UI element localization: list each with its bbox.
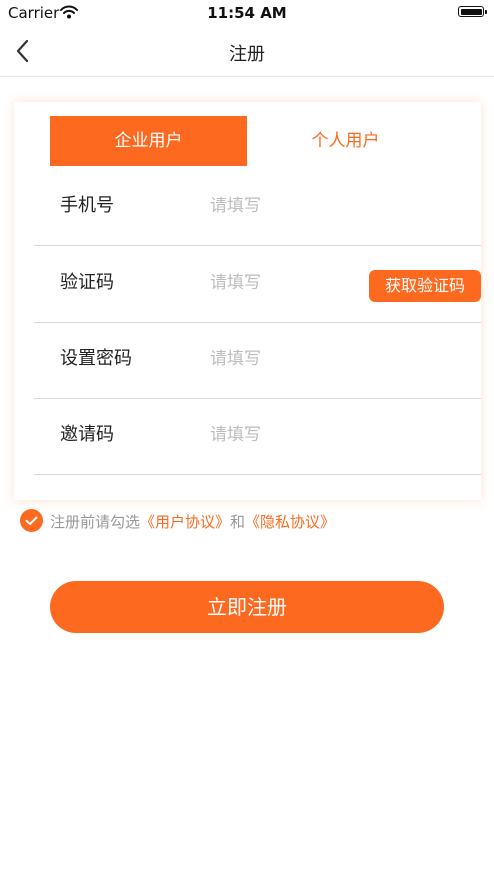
- tab-personal-user[interactable]: 个人用户: [247, 116, 444, 166]
- register-button[interactable]: 立即注册: [50, 581, 444, 633]
- tab-enterprise-user[interactable]: 企业用户: [50, 116, 247, 166]
- phone-label: 手机号: [60, 195, 114, 216]
- code-input[interactable]: [210, 268, 370, 298]
- invite-code-label: 邀请码: [60, 424, 114, 445]
- register-form-card: 企业用户 个人用户 手机号 验证码 获取验证码 设置密码 邀请码: [14, 102, 481, 500]
- password-label: 设置密码: [60, 348, 132, 369]
- agreement-and: 和: [230, 513, 246, 531]
- page-title: 注册: [229, 44, 265, 65]
- code-row: 验证码 获取验证码: [34, 246, 481, 323]
- phone-row: 手机号: [34, 169, 481, 246]
- invite-code-row: 邀请码: [34, 398, 481, 475]
- code-label: 验证码: [60, 272, 114, 293]
- agreement-prefix: 注册前请勾选: [50, 513, 141, 531]
- invite-code-input[interactable]: [210, 420, 370, 450]
- password-input[interactable]: [210, 344, 370, 374]
- get-code-button[interactable]: 获取验证码: [369, 270, 481, 302]
- status-time: 11:54 AM: [207, 4, 287, 22]
- battery-icon: [458, 6, 487, 17]
- check-icon: [25, 516, 38, 525]
- privacy-agreement-link[interactable]: 《隐私协议》: [245, 513, 335, 531]
- status-bar: Carrier 11:54 AM: [0, 0, 494, 26]
- agreement-checkbox[interactable]: [20, 509, 43, 532]
- nav-bar: 注册: [0, 26, 494, 77]
- agreement-text: 注册前请勾选《用户协议》和《隐私协议》: [50, 511, 335, 532]
- user-agreement-link[interactable]: 《用户协议》: [140, 513, 230, 531]
- phone-input[interactable]: [210, 191, 370, 221]
- password-row: 设置密码: [34, 322, 481, 399]
